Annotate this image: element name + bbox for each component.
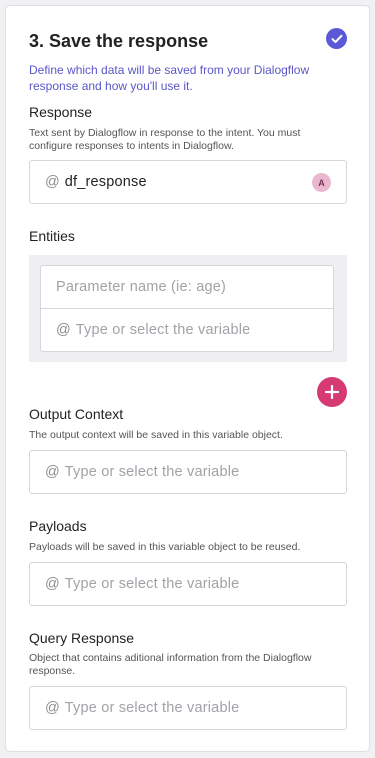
entity-variable-input[interactable]: @ Type or select the variable: [40, 308, 334, 352]
response-label: Response: [29, 104, 93, 120]
variable-type-badge: A: [312, 173, 331, 192]
save-response-card: 3. Save the response Define which data w…: [5, 5, 370, 752]
at-prefix: @: [45, 700, 60, 716]
payloads-placeholder: Type or select the variable: [64, 576, 240, 592]
parameter-name-input[interactable]: Parameter name (ie: age): [40, 265, 334, 309]
response-help: Text sent by Dialogflow in response to t…: [29, 127, 301, 152]
entity-variable-placeholder: Type or select the variable: [75, 322, 251, 338]
payloads-label: Payloads: [29, 518, 87, 534]
section-description: Define which data will be saved from you…: [29, 63, 310, 93]
output-context-input[interactable]: @ Type or select the variable: [29, 450, 347, 494]
at-prefix: @: [45, 464, 60, 480]
entities-group: Parameter name (ie: age) @ Type or selec…: [29, 255, 347, 362]
check-circle-icon: [326, 28, 347, 49]
payloads-help: Payloads will be saved in this variable …: [29, 541, 301, 553]
parameter-name-placeholder: Parameter name (ie: age): [56, 279, 227, 295]
payloads-input[interactable]: @ Type or select the variable: [29, 562, 347, 606]
response-variable-value: df_response: [64, 174, 147, 190]
output-context-label: Output Context: [29, 406, 124, 422]
entities-label: Entities: [29, 228, 75, 244]
query-response-placeholder: Type or select the variable: [64, 700, 240, 716]
add-entity-button[interactable]: [317, 377, 347, 407]
response-variable-input[interactable]: @ df_response A: [29, 160, 347, 204]
at-prefix: @: [56, 322, 71, 338]
output-context-help: The output context will be saved in this…: [29, 429, 283, 441]
output-context-placeholder: Type or select the variable: [64, 464, 240, 480]
plus-icon: [325, 385, 339, 399]
section-title: 3. Save the response: [29, 31, 209, 51]
query-response-input[interactable]: @ Type or select the variable: [29, 686, 347, 730]
query-response-help: Object that contains aditional informati…: [29, 652, 312, 677]
query-response-label: Query Response: [29, 630, 135, 646]
at-prefix: @: [45, 174, 60, 190]
at-prefix: @: [45, 576, 60, 592]
